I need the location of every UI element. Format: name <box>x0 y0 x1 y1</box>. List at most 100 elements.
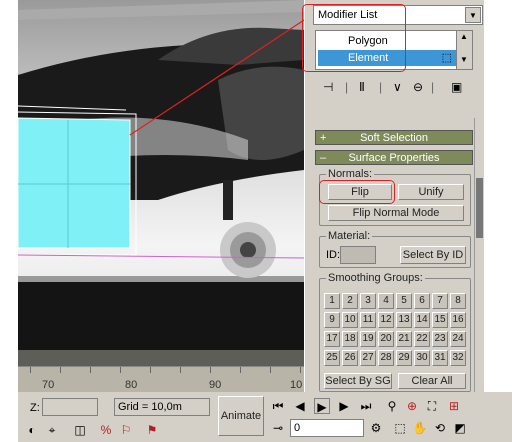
maximize-toggle-icon[interactable]: ◩ <box>452 420 468 436</box>
select-object-icon[interactable]: ◫ <box>72 422 88 438</box>
timeline-ruler[interactable]: 70 80 90 10 <box>18 366 304 392</box>
highlight-box <box>319 180 395 204</box>
perspective-viewport[interactable] <box>18 0 304 350</box>
element-cube-icon: ⬚ <box>441 52 452 64</box>
smoothing-group-button[interactable]: 13 <box>396 312 412 328</box>
smoothing-group-button[interactable]: 11 <box>360 312 376 328</box>
smoothing-group-button[interactable]: 24 <box>450 331 466 347</box>
separator: | <box>431 80 435 94</box>
go-to-start-icon[interactable]: ⏮ <box>270 398 286 414</box>
smoothing-group-button[interactable]: 21 <box>396 331 412 347</box>
show-end-result-icon[interactable]: Ⅱ <box>359 80 365 94</box>
smoothing-group-button[interactable]: 20 <box>378 331 394 347</box>
viewport-bottom-strip <box>18 350 304 366</box>
tick <box>210 367 211 373</box>
unify-button[interactable]: Unify <box>398 184 464 200</box>
tick <box>30 367 31 373</box>
smoothing-group-button[interactable]: 26 <box>342 350 358 366</box>
smoothing-group-button[interactable]: 29 <box>396 350 412 366</box>
go-to-end-icon[interactable]: ⏭ <box>358 398 374 414</box>
pin-stack-icon[interactable]: ⊣ <box>323 80 333 94</box>
scroll-up-icon[interactable]: ▲ <box>460 32 468 41</box>
smoothing-group-button[interactable]: 1 <box>324 293 340 309</box>
configure-sets-icon[interactable]: ▣ <box>451 80 462 94</box>
zoom-all-icon[interactable]: ⊕ <box>404 398 420 414</box>
select-by-sg-button[interactable]: Select By SG <box>324 373 392 389</box>
material-group: Material: ID: Select By ID <box>319 230 471 268</box>
smoothing-group-button[interactable]: 9 <box>324 312 340 328</box>
smoothing-group-button[interactable]: 7 <box>432 293 448 309</box>
timeline-label: 10 <box>290 379 303 391</box>
zoom-icon[interactable]: ⚲ <box>384 398 400 414</box>
panel-scrollbar[interactable] <box>474 118 484 392</box>
key-mode-icon[interactable]: ⊸ <box>270 420 286 436</box>
rollout-surface-properties[interactable]: – Surface Properties <box>315 150 473 165</box>
chevron-down-icon[interactable]: ▼ <box>465 7 481 23</box>
smoothing-group-button[interactable]: 32 <box>450 350 466 366</box>
z-coordinate-field[interactable] <box>42 398 98 416</box>
smoothing-group-button[interactable]: 28 <box>378 350 394 366</box>
zoom-extents-icon[interactable]: ⛶ <box>424 398 440 414</box>
smoothing-group-button[interactable]: 16 <box>450 312 466 328</box>
flip-normal-mode-button[interactable]: Flip Normal Mode <box>328 205 464 221</box>
rollout-soft-selection[interactable]: + Soft Selection <box>315 130 473 145</box>
status-bar: Z: Grid = 10,0m Animate ⏮ ◀ ▶ ▶ ⏭ ⚲ ⊕ ⛶ … <box>18 392 512 442</box>
timeline-label: 90 <box>209 379 222 391</box>
separator: | <box>379 80 383 94</box>
smoothing-group-button[interactable]: 2 <box>342 293 358 309</box>
tick <box>240 367 241 373</box>
smoothing-group-button[interactable]: 22 <box>414 331 430 347</box>
arc-rotate-icon[interactable]: ⟲ <box>432 420 448 436</box>
smoothing-groups-group: Smoothing Groups: 1 2 3 4 5 6 7 8 9 10 11 12 13 14 15 1… <box>319 272 471 392</box>
smoothing-group-button[interactable]: 10 <box>342 312 358 328</box>
clear-all-button[interactable]: Clear All <box>398 373 466 389</box>
timeline-label: 70 <box>42 379 55 391</box>
snap-icon[interactable]: ◐ <box>24 422 40 438</box>
smoothing-group-button[interactable]: 12 <box>378 312 394 328</box>
previous-frame-icon[interactable]: ◀ <box>292 398 308 414</box>
angle-snap-icon[interactable]: ⌖ <box>44 422 60 438</box>
group-label: Material: <box>326 230 373 242</box>
material-id-spinner[interactable] <box>340 246 376 264</box>
tick <box>270 367 271 373</box>
tick <box>60 367 61 373</box>
smoothing-group-button[interactable]: 17 <box>324 331 340 347</box>
smoothing-group-button[interactable]: 14 <box>414 312 430 328</box>
remove-modifier-icon[interactable]: ⊖ <box>413 80 423 94</box>
smoothing-group-button[interactable]: 6 <box>414 293 430 309</box>
smoothing-group-button[interactable]: 5 <box>396 293 412 309</box>
smoothing-group-button[interactable]: 8 <box>450 293 466 309</box>
named-selection-icon[interactable]: ⚑ <box>144 422 160 438</box>
percent-snap-icon[interactable]: % <box>98 422 114 438</box>
minus-icon: – <box>320 152 327 164</box>
time-config-icon[interactable]: ⚙ <box>368 420 384 436</box>
smoothing-group-button[interactable]: 4 <box>378 293 394 309</box>
smoothing-group-button[interactable]: 30 <box>414 350 430 366</box>
smoothing-group-button[interactable]: 18 <box>342 331 358 347</box>
make-unique-icon[interactable]: ∨ <box>393 80 402 94</box>
next-frame-icon[interactable]: ▶ <box>336 398 352 414</box>
animate-button[interactable]: Animate <box>218 396 264 436</box>
zoom-extents-all-icon[interactable]: ⊞ <box>446 398 462 414</box>
spinner-snap-icon[interactable]: ⚐ <box>118 422 134 438</box>
rollout-title: Surface Properties <box>348 152 440 164</box>
scroll-down-icon[interactable]: ▼ <box>460 55 468 64</box>
smoothing-group-button[interactable]: 27 <box>360 350 376 366</box>
scroll-thumb[interactable] <box>476 178 483 238</box>
pan-icon[interactable]: ✋ <box>412 420 428 436</box>
stack-scrollbar[interactable]: ▲ ▼ <box>456 31 472 69</box>
smoothing-group-button[interactable]: 23 <box>432 331 448 347</box>
smoothing-group-button[interactable]: 19 <box>360 331 376 347</box>
play-icon[interactable]: ▶ <box>314 398 330 414</box>
grid-readout: Grid = 10,0m <box>114 398 210 416</box>
group-label: Normals: <box>326 168 375 180</box>
tick <box>180 367 181 373</box>
smoothing-group-button[interactable]: 3 <box>360 293 376 309</box>
select-by-id-button[interactable]: Select By ID <box>400 246 466 264</box>
smoothing-group-button[interactable]: 25 <box>324 350 340 366</box>
region-zoom-icon[interactable]: ⬚ <box>392 420 408 436</box>
separator: | <box>345 80 349 94</box>
current-frame-field[interactable]: 0 <box>290 419 364 437</box>
smoothing-group-button[interactable]: 15 <box>432 312 448 328</box>
smoothing-group-button[interactable]: 31 <box>432 350 448 366</box>
